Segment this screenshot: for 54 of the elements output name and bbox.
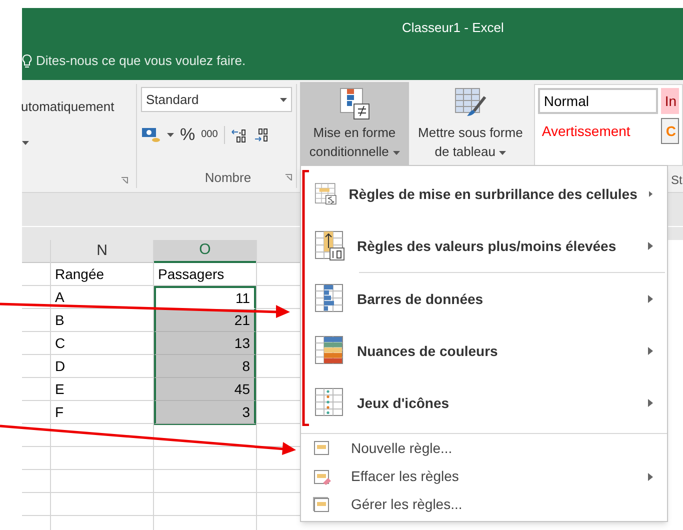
table-cell[interactable]: 13 xyxy=(154,332,256,355)
dialog-launcher-icon[interactable] xyxy=(120,177,128,184)
menu-item[interactable]: Effacer les règles xyxy=(301,462,667,491)
table-cell-text: F xyxy=(55,402,64,422)
dialog-launcher-icon[interactable] xyxy=(284,174,292,181)
menu-item[interactable]: Jeux d'icônes xyxy=(301,377,667,429)
table-cell[interactable]: 8 xyxy=(154,355,256,378)
icon-sets-icon xyxy=(315,388,345,418)
wrap-text-label[interactable]: utomatiquement xyxy=(21,97,136,116)
thousands-button[interactable]: 000 xyxy=(201,127,218,142)
cell-style-swatch[interactable]: Normal xyxy=(538,88,658,114)
number-format-dropdown[interactable]: Standard xyxy=(140,87,292,112)
table-cell[interactable]: 21 xyxy=(154,309,256,332)
table-cell-text: B xyxy=(55,310,64,330)
table-cell[interactable]: 11 xyxy=(154,286,256,309)
increase-decimal-icon[interactable] xyxy=(230,126,247,143)
lightbulb-icon xyxy=(22,54,32,68)
decrease-decimal-icon[interactable] xyxy=(252,126,269,143)
manage-rules-icon xyxy=(313,496,331,513)
group-label: St xyxy=(671,172,682,189)
menu-item[interactable]: Barres de données xyxy=(301,273,667,325)
menu-item[interactable]: Règles de mise en surbrillance des cellules xyxy=(301,168,667,220)
table-cell-text: A xyxy=(55,288,64,306)
cell-style-swatch[interactable]: In xyxy=(660,88,679,114)
window-title: Classeur1 - Excel xyxy=(402,19,504,38)
top-bottom-rules-icon xyxy=(315,231,345,261)
caret-icon xyxy=(166,132,174,137)
caret-icon xyxy=(280,98,287,102)
currency-icon[interactable] xyxy=(140,126,161,144)
group-label: Nombre xyxy=(204,168,252,186)
data-bars-icon xyxy=(315,284,345,314)
cell-style-swatch[interactable]: Avertissement xyxy=(538,118,658,144)
eraser-icon xyxy=(313,468,331,484)
table-cell-text: D xyxy=(55,356,66,376)
merge-caret-icon xyxy=(22,141,29,146)
tell-me-field[interactable]: Dites-nous ce que vous voulez faire. xyxy=(22,48,302,74)
menu-item[interactable]: Règles des valeurs plus/moins élevées xyxy=(301,220,667,272)
table-cell[interactable]: 45 xyxy=(154,378,256,401)
menu-item[interactable]: Nouvelle règle... xyxy=(301,434,667,462)
column-header[interactable]: O xyxy=(154,240,256,263)
table-cell[interactable]: 3 xyxy=(154,401,256,424)
table-cell-text: E xyxy=(55,380,64,398)
menu-item[interactable]: Gérer les règles... xyxy=(301,490,667,520)
menu-item[interactable]: Nuances de couleurs xyxy=(301,325,667,377)
column-header[interactable]: N xyxy=(51,240,153,263)
percent-button[interactable]: % xyxy=(180,122,196,148)
conditional-formatting-icon xyxy=(337,87,372,121)
table-cell-text: C xyxy=(55,334,66,352)
caret-icon xyxy=(499,150,506,155)
color-scales-icon xyxy=(315,336,345,366)
table-cell-text: Rangée xyxy=(55,264,104,284)
caret-icon xyxy=(392,150,400,155)
table-cell-text: Passagers xyxy=(158,264,224,284)
conditional-formatting-button[interactable]: Mise en forme conditionnelle xyxy=(300,82,409,166)
